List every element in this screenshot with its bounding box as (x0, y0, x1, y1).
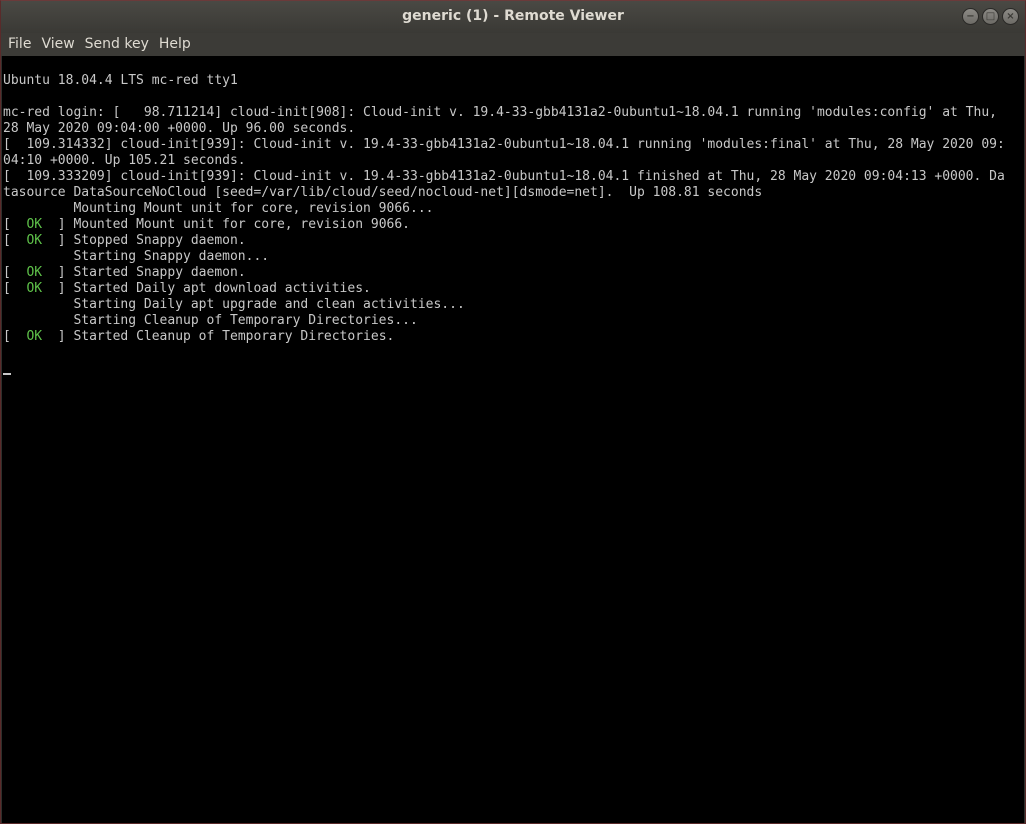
window-title: generic (1) - Remote Viewer (402, 8, 624, 24)
text-cursor (3, 373, 11, 375)
console-line: 04:10 +0000. Up 105.21 seconds. (3, 153, 1005, 169)
window-controls: − □ × (962, 8, 1019, 25)
console-line: [ 109.314332] cloud-init[939]: Cloud-ini… (3, 137, 1005, 153)
console-line-text: Started Snappy daemon. (73, 265, 246, 280)
console-line: Starting Cleanup of Temporary Directorie… (3, 313, 1005, 329)
status-ok-label: OK (26, 265, 43, 280)
console-line: [ OK ] Mounted Mount unit for core, revi… (3, 217, 410, 232)
console-display[interactable]: Ubuntu 18.04.4 LTS mc-red tty1 mc-red log… (2, 56, 1024, 823)
console-line-text: 28 May 2020 09:04:00 +0000. Up 96.00 sec… (3, 121, 356, 136)
console-line: tasource DataSourceNoCloud [seed=/var/li… (3, 185, 1005, 201)
console-line: Starting Snappy daemon... (3, 249, 1005, 265)
console-line-text: Stopped Snappy daemon. (73, 233, 246, 248)
console-line-text: [ 109.314332] cloud-init[939]: Cloud-ini… (3, 137, 1005, 152)
minimize-icon: − (966, 10, 975, 22)
console-line: Mounting Mount unit for core, revision 9… (3, 201, 1005, 217)
menu-bar: File View Send key Help (1, 33, 1025, 56)
console-line-text: Mounted Mount unit for core, revision 90… (73, 217, 410, 232)
menu-view[interactable]: View (36, 33, 79, 56)
console-line: Starting Daily apt upgrade and clean act… (3, 297, 1005, 313)
console-line-text: mc-red login: [ 98.711214] cloud-init[90… (3, 105, 997, 120)
status-ok-label: OK (26, 217, 43, 232)
console-line-text: Starting Snappy daemon... (3, 249, 270, 264)
minimize-button[interactable]: − (962, 8, 979, 25)
console-line-text: Started Daily apt download activities. (73, 281, 371, 296)
console-line-text: [ 109.333209] cloud-init[939]: Cloud-ini… (3, 169, 1005, 184)
menu-file[interactable]: File (3, 33, 36, 56)
status-ok-label: OK (26, 281, 43, 296)
console-line: [ OK ] Started Daily apt download activi… (3, 281, 371, 296)
menu-help[interactable]: Help (154, 33, 196, 56)
console-cursor-line (3, 361, 1005, 377)
console-line-text: Ubuntu 18.04.4 LTS mc-red tty1 (3, 73, 238, 88)
console-text: Ubuntu 18.04.4 LTS mc-red tty1 mc-red log… (3, 73, 1005, 377)
console-line-text: 04:10 +0000. Up 105.21 seconds. (3, 153, 246, 168)
title-bar[interactable]: generic (1) - Remote Viewer − □ × (1, 1, 1025, 33)
console-line-text: Starting Daily apt upgrade and clean act… (3, 297, 465, 312)
maximize-icon: □ (985, 10, 996, 22)
console-line-text: Mounting Mount unit for core, revision 9… (3, 201, 434, 216)
status-ok-label: OK (26, 233, 43, 248)
menu-send-key[interactable]: Send key (80, 33, 154, 56)
console-line: [ 109.333209] cloud-init[939]: Cloud-ini… (3, 169, 1005, 185)
maximize-button[interactable]: □ (982, 8, 999, 25)
console-line: mc-red login: [ 98.711214] cloud-init[90… (3, 105, 1005, 121)
console-line-text: tasource DataSourceNoCloud [seed=/var/li… (3, 185, 763, 200)
console-line-text: Starting Cleanup of Temporary Directorie… (3, 313, 418, 328)
console-line: 28 May 2020 09:04:00 +0000. Up 96.00 sec… (3, 121, 1005, 137)
remote-viewer-window: generic (1) - Remote Viewer − □ × File V… (0, 0, 1026, 824)
close-button[interactable]: × (1002, 8, 1019, 25)
close-icon: × (1006, 10, 1015, 22)
console-line: Ubuntu 18.04.4 LTS mc-red tty1 (3, 73, 1005, 89)
console-line: [ OK ] Stopped Snappy daemon. (3, 233, 246, 248)
console-line-text: Started Cleanup of Temporary Directories… (73, 329, 395, 344)
console-line: [ OK ] Started Snappy daemon. (3, 265, 246, 280)
status-ok-label: OK (26, 329, 43, 344)
console-line: [ OK ] Started Cleanup of Temporary Dire… (3, 329, 395, 344)
